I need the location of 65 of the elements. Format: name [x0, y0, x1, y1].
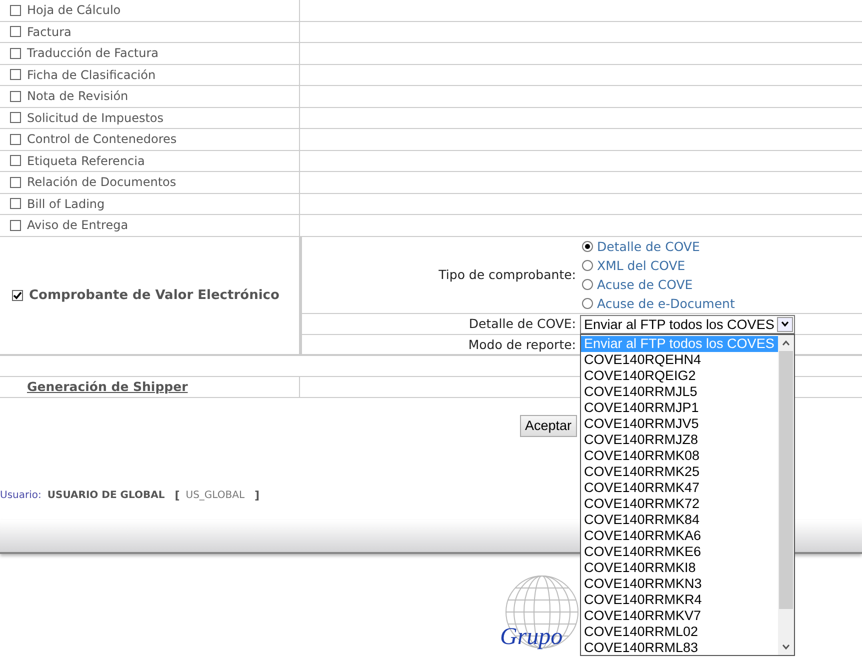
shipper-link[interactable]: Generación de Shipper: [27, 379, 188, 394]
dropdown-option[interactable]: COVE140RRMK08: [581, 448, 778, 464]
checkbox-label: Nota de Revisión: [27, 89, 128, 104]
checkbox[interactable]: [10, 112, 21, 124]
dropdown-option[interactable]: COVE140RRMKA6: [581, 528, 778, 544]
field-label: Modo de reporte:: [467, 336, 577, 354]
dropdown-option[interactable]: COVE140RRML83: [581, 640, 778, 656]
checkbox-label: Traducción de Factura: [27, 46, 159, 60]
checkbox[interactable]: [10, 155, 21, 166]
checkbox-label: Solicitud de Impuestos: [27, 110, 164, 125]
user-code: US_GLOBAL: [186, 490, 245, 500]
checkbox-label: Control de Contenedores: [27, 132, 177, 146]
dropdown-option[interactable]: COVE140RRMJV5: [581, 416, 778, 432]
checkbox[interactable]: [10, 4, 21, 16]
dropdown-option[interactable]: COVE140RRMK47: [581, 480, 778, 496]
dropdown-option[interactable]: COVE140RRMKV7: [581, 608, 778, 624]
radio-label: Detalle de COVE: [597, 238, 700, 254]
checkbox-label: Comprobante de Valor Electrónico: [29, 288, 280, 302]
radio-label: Acuse de e-Document: [597, 296, 735, 310]
dropdown-option[interactable]: COVE140RRMKN3: [581, 576, 778, 592]
radio-button[interactable]: [582, 298, 593, 308]
radio-label: XML del COVE: [597, 258, 686, 272]
checkbox-label: Etiqueta Referencia: [27, 154, 145, 168]
caret-icon[interactable]: [777, 316, 793, 332]
accept-button[interactable]: Aceptar: [520, 414, 577, 436]
checkbox-label: Bill of Lading: [27, 196, 105, 211]
dropdown-option[interactable]: COVE140RRMJZ8: [581, 432, 778, 448]
radio-label: Acuse de COVE: [597, 276, 693, 292]
user-label: Usuario:: [0, 490, 42, 500]
field-label: Tipo de comprobante:: [438, 266, 577, 284]
dropdown-option[interactable]: COVE140RRMK84: [581, 512, 778, 528]
logo-text: Grupo: [500, 624, 563, 650]
user-name: USUARIO DE GLOBAL: [47, 490, 165, 500]
checkbox[interactable]: [10, 220, 21, 231]
dropdown-option[interactable]: COVE140RQEHN4: [581, 352, 778, 368]
dropdown-select[interactable]: Enviar al FTP todos los COVES: [580, 314, 795, 334]
dropdown-option[interactable]: COVE140RRMK72: [581, 496, 778, 512]
checkbox-label: Aviso de Entrega: [27, 218, 128, 232]
checkbox[interactable]: [10, 176, 21, 188]
radio-button[interactable]: [582, 240, 593, 252]
checkbox-label: Ficha de Clasificación: [27, 68, 156, 82]
dropdown-option[interactable]: COVE140RRMK25: [581, 464, 778, 480]
dropdown-option[interactable]: COVE140RQEIG2: [581, 368, 778, 384]
checkbox[interactable]: [10, 48, 21, 59]
bracket: [: [174, 488, 180, 502]
checkbox[interactable]: [10, 26, 21, 38]
checkbox-label: Relación de Documentos: [27, 175, 176, 190]
dropdown-option[interactable]: COVE140RRMKR4: [581, 592, 778, 608]
bracket: ]: [254, 488, 260, 502]
dropdown-option[interactable]: COVE140RRML02: [581, 624, 778, 640]
radio-button[interactable]: [582, 260, 593, 270]
checkbox[interactable]: [10, 134, 21, 145]
scrollbar[interactable]: [778, 334, 794, 654]
checkbox[interactable]: [10, 69, 21, 80]
dropdown-option[interactable]: COVE140RRMKI8: [581, 560, 778, 576]
checkbox-label: Factura: [27, 24, 72, 39]
checkbox[interactable]: [10, 90, 21, 102]
checkbox[interactable]: [12, 290, 23, 300]
dropdown-option[interactable]: COVE140RRMJL5: [581, 384, 778, 400]
radio-button[interactable]: [582, 278, 593, 290]
dropdown-option[interactable]: COVE140RRMKE6: [581, 544, 778, 560]
field-label: Detalle de COVE:: [468, 315, 577, 333]
checkbox-label: Hoja de Cálculo: [27, 3, 121, 18]
checkbox[interactable]: [10, 198, 21, 210]
dropdown-option[interactable]: COVE140RRMJP1: [581, 400, 778, 416]
